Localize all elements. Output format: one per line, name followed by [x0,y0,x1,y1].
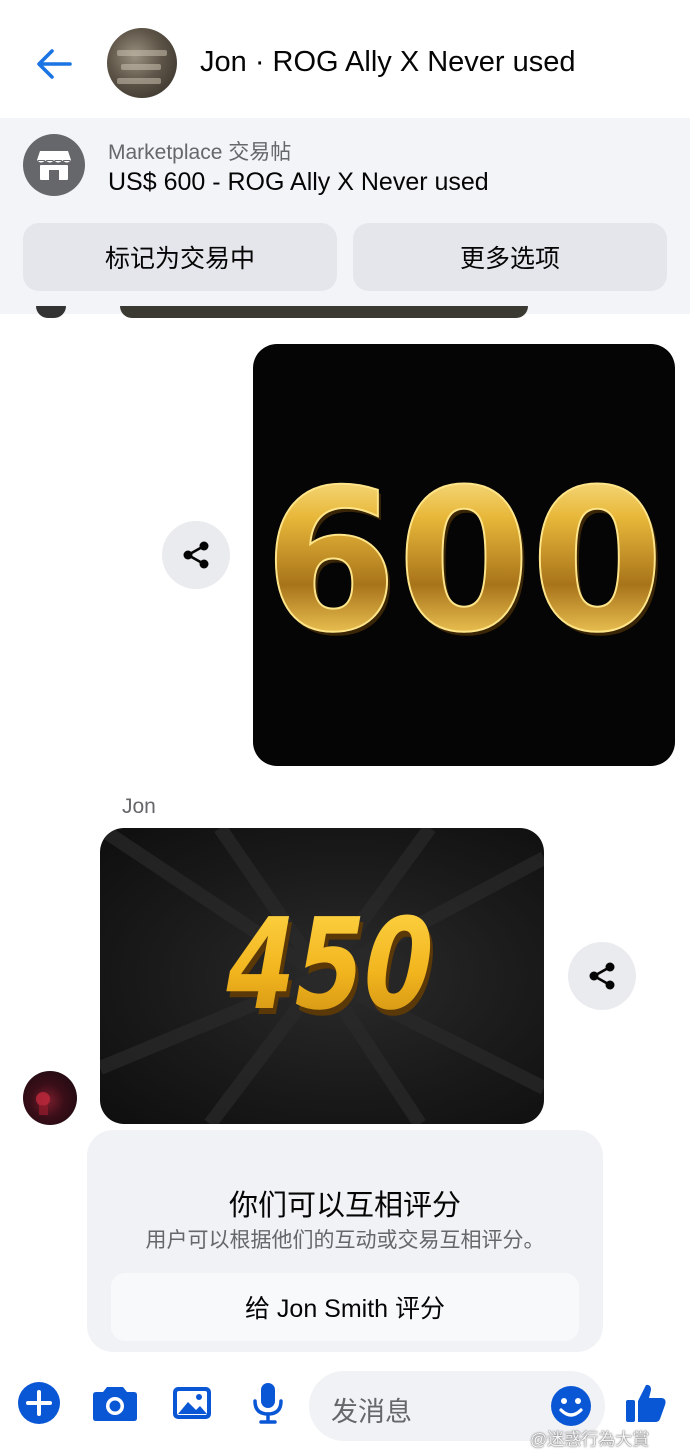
previous-image-fragment [120,306,528,318]
listing-price-title[interactable]: US$ 600 - ROG Ally X Never used [108,168,489,197]
microphone-button[interactable] [242,1377,294,1429]
back-arrow-icon [37,49,72,79]
rating-title: 你们可以互相评分 [228,1190,461,1222]
message-image-600[interactable]: 600 600 [253,344,675,766]
gallery-icon [173,1387,211,1419]
back-button[interactable] [30,40,78,88]
marketplace-listing-banner: Marketplace 交易帖 US$ 600 - ROG Ally X Nev… [0,118,690,314]
share-button[interactable] [162,521,230,589]
thumbs-up-icon [626,1384,666,1422]
mark-pending-button[interactable]: 标记为交易中 [23,223,337,291]
microphone-icon [253,1383,283,1424]
message-placeholder: 发消息 [331,1397,412,1427]
image-450-text: 450 [214,891,446,1038]
gallery-button[interactable] [166,1377,218,1429]
camera-icon [93,1387,137,1421]
rating-card: 你们可以互相评分 用户可以根据他们的互动或交易互相评分。 给 Jon Smith… [87,1130,603,1352]
rate-user-button[interactable]: 给 Jon Smith 评分 [111,1273,579,1341]
watermark: @迷惑行為大賞 [530,1430,650,1449]
rating-subtitle: 用户可以根据他们的互动或交易互相评分。 [145,1229,545,1252]
plus-button[interactable] [13,1377,65,1429]
share-icon [589,962,615,990]
contact-avatar[interactable] [107,28,177,98]
chat-header: Jon · ROG Ally X Never used [0,0,690,118]
store-icon [23,134,85,196]
chat-title[interactable]: Jon · ROG Ally X Never used [200,46,576,79]
listing-subtitle: Marketplace 交易帖 [108,141,292,164]
sender-name: Jon [122,795,156,818]
share-button[interactable] [568,942,636,1010]
share-icon [183,541,209,569]
image-600-text: 600 [264,448,664,676]
sender-avatar[interactable] [23,1071,77,1125]
like-button[interactable] [620,1377,672,1429]
plus-icon [18,1382,60,1424]
previous-avatar-fragment [36,306,66,318]
emoji-button[interactable] [549,1384,593,1428]
message-image-450[interactable]: 450 450 [100,828,544,1124]
camera-button[interactable] [89,1377,141,1429]
more-options-button[interactable]: 更多选项 [353,223,667,291]
emoji-icon [551,1386,591,1426]
